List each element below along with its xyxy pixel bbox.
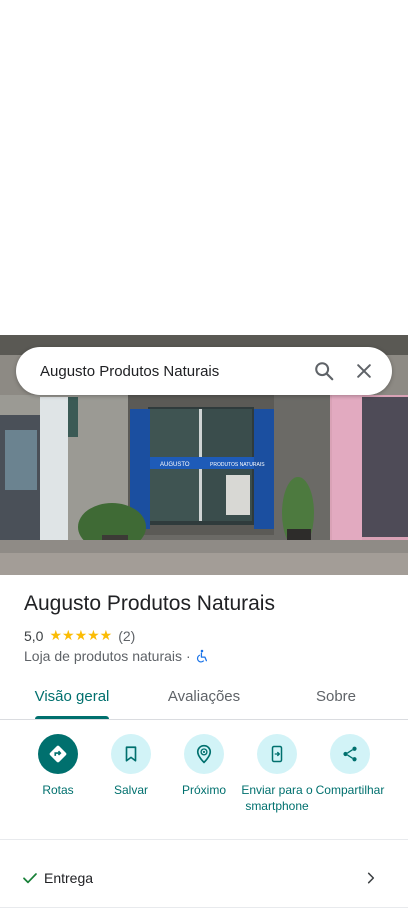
category-row: Loja de produtos naturais · [24, 648, 209, 664]
send-to-phone-icon [271, 745, 283, 763]
send-to-phone-button[interactable]: Enviar para o smartphone [235, 734, 319, 814]
place-title: Augusto Produtos Naturais [24, 592, 275, 615]
storefront-sign-left: AUGUSTO [160, 462, 190, 468]
search-icon [315, 362, 334, 381]
section-divider [0, 907, 408, 908]
tab-about[interactable]: Sobre [296, 672, 376, 720]
nearby-icon [196, 744, 212, 764]
active-tab-indicator [35, 716, 109, 719]
place-tabs: Visão geral Avaliações Sobre [0, 672, 408, 720]
share-button[interactable]: Compartilhar [308, 734, 392, 798]
save-label: Salvar [113, 783, 148, 797]
search-button[interactable] [304, 351, 344, 391]
map-area[interactable] [0, 0, 408, 335]
share-label: Compartilhar [315, 783, 385, 797]
search-bar[interactable]: Augusto Produtos Naturais [16, 347, 392, 395]
close-icon [357, 364, 371, 378]
tab-overview[interactable]: Visão geral [24, 672, 120, 720]
directions-button[interactable]: Rotas [16, 734, 100, 798]
nearby-button[interactable]: Próximo [162, 734, 246, 798]
save-button[interactable]: Salvar [89, 734, 173, 798]
delivery-label: Entrega [44, 870, 94, 886]
bookmark-icon [125, 746, 137, 762]
directions-label: Rotas [42, 783, 74, 797]
send-to-phone-label: Enviar para o smartphone [241, 783, 313, 813]
star-rating-icon: ★★★★★ [49, 627, 113, 643]
section-divider [0, 839, 408, 840]
action-buttons: Rotas Salvar Próximo Enviar para o smart… [0, 734, 408, 834]
tab-reviews[interactable]: Avaliações [156, 672, 252, 720]
clear-search-button[interactable] [344, 351, 384, 391]
wheelchair-accessible-icon [196, 649, 207, 663]
review-count[interactable]: (2) [118, 628, 135, 644]
rating-row[interactable]: 5,0 ★★★★★ (2) [24, 627, 135, 644]
search-input[interactable]: Augusto Produtos Naturais [16, 363, 304, 380]
delivery-option-row[interactable]: Entrega [0, 852, 408, 904]
nearby-label: Próximo [181, 783, 226, 797]
directions-icon [49, 745, 67, 763]
place-category: Loja de produtos naturais [24, 648, 182, 664]
rating-score: 5,0 [24, 627, 44, 644]
category-separator: · [186, 648, 191, 664]
storefront-sign-right: PRODUTOS NATURAIS [210, 462, 265, 468]
chevron-right-icon [364, 871, 378, 885]
share-icon [343, 746, 357, 762]
check-icon [22, 870, 40, 886]
